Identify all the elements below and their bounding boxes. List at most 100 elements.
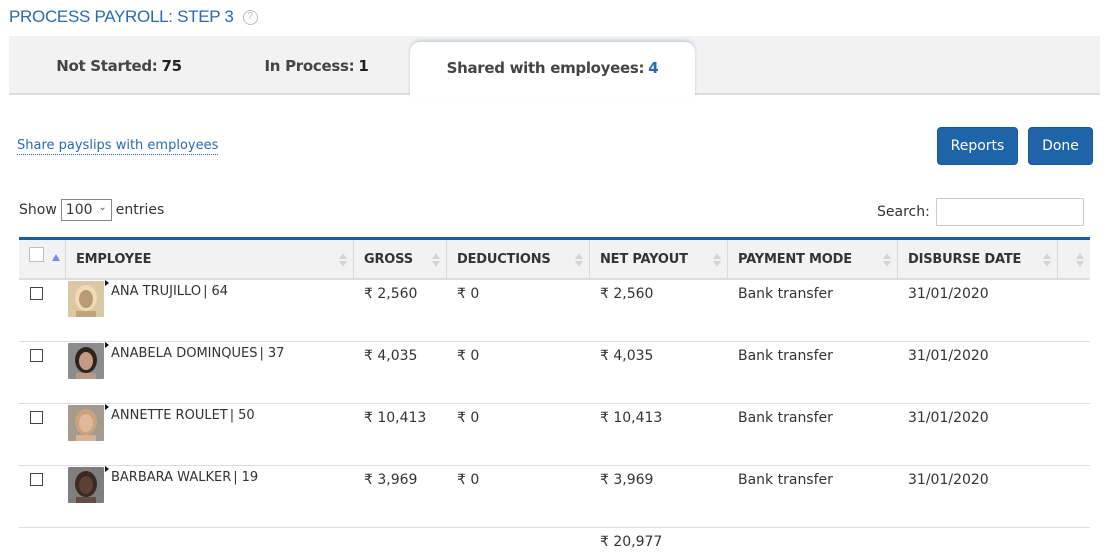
employee-avatar[interactable] xyxy=(68,281,104,317)
net-payout-cell: ₹ 10,413 xyxy=(600,410,663,426)
totals-row: ₹ 20,977 xyxy=(19,528,1090,558)
row-checkbox[interactable] xyxy=(30,349,43,362)
employee-cell: ANNETTE ROULET | 50 xyxy=(66,404,354,465)
tab-in-process[interactable]: In Process: 1 xyxy=(224,36,409,95)
row-checkbox[interactable] xyxy=(30,287,43,300)
share-payslips-link[interactable]: Share payslips with employees xyxy=(17,138,219,155)
payment-mode-cell: Bank transfer xyxy=(738,410,833,426)
table-header: EMPLOYEE GROSS DEDUCTIONS NET PAYOUT PAY… xyxy=(19,237,1090,280)
net-payout-cell: ₹ 2,560 xyxy=(600,286,654,302)
search-input[interactable] xyxy=(935,198,1084,226)
sort-icon xyxy=(575,252,583,268)
entries-length-control: Show 100 ⌄ entries xyxy=(19,199,164,221)
tab-count: 75 xyxy=(161,56,182,75)
employee-name[interactable]: BARBARA WALKER | 19 xyxy=(111,470,258,485)
column-label: GROSS xyxy=(364,251,413,267)
employee-cell: ANA TRUJILLO | 64 xyxy=(66,280,354,341)
employee-name[interactable]: ANABELA DOMINQUES | 37 xyxy=(111,346,284,361)
employee-name-text: ANABELA DOMINQUES xyxy=(111,346,258,361)
table-row: ANA TRUJILLO | 64 ₹ 2,560 ₹ 0 ₹ 2,560 Bank tra… xyxy=(19,280,1090,342)
table-row: ANABELA DOMINQUES | 37 ₹ 4,035 ₹ 0 ₹ 4,035 Ban… xyxy=(19,342,1090,404)
sort-icon xyxy=(713,252,721,268)
separator: | xyxy=(229,408,235,423)
deductions-cell: ₹ 0 xyxy=(457,410,480,426)
employee-avatar[interactable] xyxy=(68,405,104,441)
tab-label: In Process: xyxy=(264,56,355,75)
corner-indicator-icon xyxy=(105,280,109,286)
tab-not-started[interactable]: Not Started: 75 xyxy=(24,36,214,95)
column-employee[interactable]: EMPLOYEE xyxy=(66,240,354,278)
reports-button[interactable]: Reports xyxy=(937,127,1018,165)
employee-avatar[interactable] xyxy=(68,467,104,503)
tab-shared-with-employees[interactable]: Shared with employees: 4 xyxy=(410,42,695,97)
done-button[interactable]: Done xyxy=(1028,127,1093,165)
gross-cell: ₹ 10,413 xyxy=(364,410,427,426)
entries-value: 100 xyxy=(65,202,93,218)
net-payout-cell: ₹ 4,035 xyxy=(600,348,654,364)
employee-avatar[interactable] xyxy=(68,343,104,379)
column-label: DEDUCTIONS xyxy=(457,251,551,267)
net-payout-cell: ₹ 3,969 xyxy=(600,472,654,488)
table-row: ANNETTE ROULET | 50 ₹ 10,413 ₹ 0 ₹ 10,413 Bank… xyxy=(19,404,1090,466)
select-all-header[interactable] xyxy=(19,240,66,278)
column-label: PAYMENT MODE xyxy=(738,251,852,267)
sort-icon xyxy=(1043,252,1051,268)
payment-mode-cell: Bank transfer xyxy=(738,286,833,302)
payment-mode-cell: Bank transfer xyxy=(738,472,833,488)
status-tabs: Not Started: 75 In Process: 1 Shared wit… xyxy=(9,36,1100,97)
tab-label: Not Started: xyxy=(56,56,158,75)
employee-id: 50 xyxy=(238,408,255,423)
help-icon[interactable]: ? xyxy=(242,9,258,25)
employee-id: 64 xyxy=(211,284,228,299)
gross-cell: ₹ 2,560 xyxy=(364,286,418,302)
column-actions[interactable] xyxy=(1058,240,1090,278)
employee-name-text: ANNETTE ROULET xyxy=(111,408,228,423)
deductions-cell: ₹ 0 xyxy=(457,472,480,488)
tab-count: 1 xyxy=(358,56,369,75)
column-disburse-date[interactable]: DISBURSE DATE xyxy=(898,240,1058,278)
column-label: DISBURSE DATE xyxy=(908,251,1022,267)
sort-icon xyxy=(432,252,440,268)
employee-cell: BARBARA WALKER | 19 xyxy=(66,466,354,527)
sort-icon xyxy=(339,252,347,268)
column-payment-mode[interactable]: PAYMENT MODE xyxy=(728,240,898,278)
disburse-date-cell: 31/01/2020 xyxy=(908,348,989,364)
gross-cell: ₹ 3,969 xyxy=(364,472,418,488)
employee-id: 37 xyxy=(267,346,285,361)
select-all-checkbox[interactable] xyxy=(29,246,44,262)
table-body: ANA TRUJILLO | 64 ₹ 2,560 ₹ 0 ₹ 2,560 Bank tra… xyxy=(19,280,1090,528)
employee-name[interactable]: ANNETTE ROULET | 50 xyxy=(111,408,255,423)
column-label: NET PAYOUT xyxy=(600,251,688,267)
column-gross[interactable]: GROSS xyxy=(354,240,447,278)
tab-label: Shared with employees: xyxy=(446,58,645,77)
employee-name[interactable]: ANA TRUJILLO | 64 xyxy=(111,284,228,299)
sort-asc-icon xyxy=(52,254,60,261)
column-deductions[interactable]: DEDUCTIONS xyxy=(447,240,590,278)
disburse-date-cell: 31/01/2020 xyxy=(908,410,989,426)
employee-cell: ANABELA DOMINQUES | 37 xyxy=(66,342,354,403)
search-control: Search: xyxy=(877,198,1084,226)
search-label: Search: xyxy=(877,204,930,220)
corner-indicator-icon xyxy=(105,342,109,348)
disburse-date-cell: 31/01/2020 xyxy=(908,286,989,302)
row-checkbox[interactable] xyxy=(30,473,43,486)
entries-label: entries xyxy=(115,202,165,218)
tab-count: 4 xyxy=(648,58,659,77)
table-row: BARBARA WALKER | 19 ₹ 3,969 ₹ 0 ₹ 3,969 Bank t… xyxy=(19,466,1090,528)
gross-cell: ₹ 4,035 xyxy=(364,348,418,364)
column-net-payout[interactable]: NET PAYOUT xyxy=(590,240,728,278)
payroll-table: EMPLOYEE GROSS DEDUCTIONS NET PAYOUT PAY… xyxy=(19,237,1090,558)
deductions-cell: ₹ 0 xyxy=(457,286,480,302)
employee-id: 19 xyxy=(241,470,259,485)
employee-name-text: ANA TRUJILLO xyxy=(111,284,202,299)
row-checkbox[interactable] xyxy=(30,411,43,424)
corner-indicator-icon xyxy=(105,404,109,410)
separator: | xyxy=(233,470,238,485)
separator: | xyxy=(203,284,208,299)
disburse-date-cell: 31/01/2020 xyxy=(908,472,989,488)
separator: | xyxy=(259,346,264,361)
show-label: Show xyxy=(19,202,57,218)
entries-select[interactable]: 100 ⌄ xyxy=(60,199,112,221)
employee-name-text: BARBARA WALKER xyxy=(111,470,232,485)
payment-mode-cell: Bank transfer xyxy=(738,348,833,364)
